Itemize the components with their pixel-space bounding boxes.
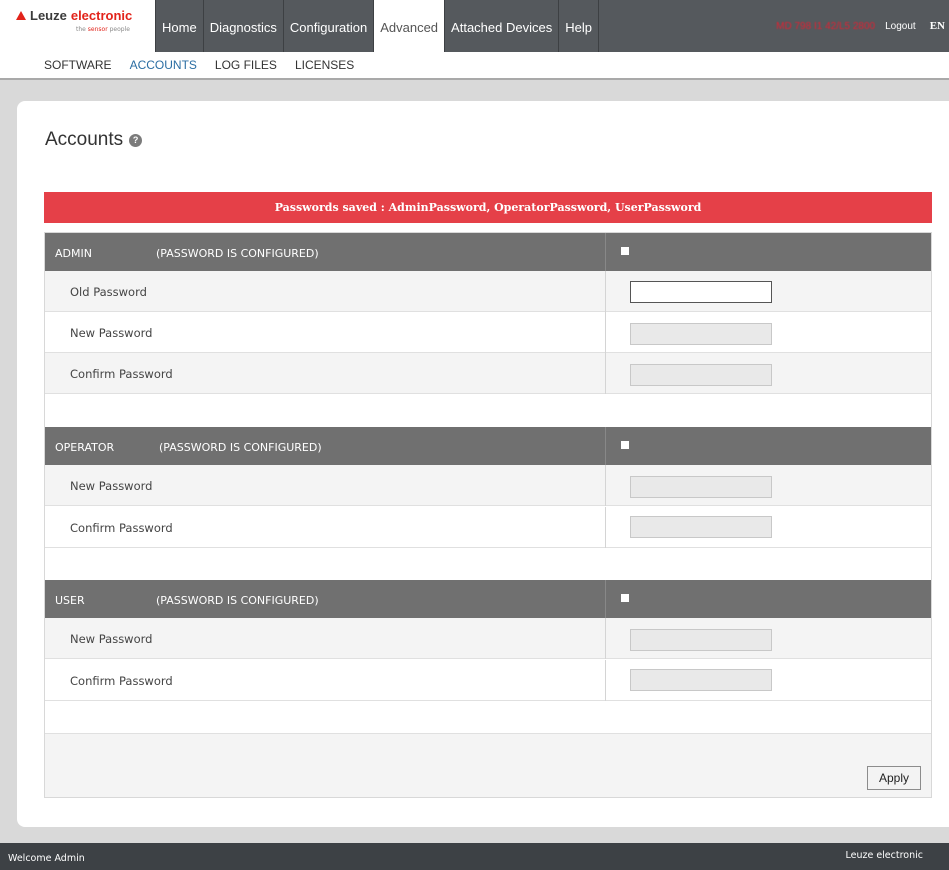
brand-name-accent: electronic (70, 8, 133, 23)
user-new-password-input[interactable] (630, 629, 772, 651)
page-title: Accounts ? (45, 129, 143, 151)
field-label: Confirm Password (70, 674, 173, 688)
footer-brand: Leuze electronic (845, 850, 923, 861)
field-label: New Password (70, 632, 153, 646)
admin-new-password-input[interactable] (630, 323, 772, 345)
field-label: Confirm Password (70, 367, 173, 381)
page-footer: Welcome Admin Leuze electronic (0, 843, 949, 870)
section-status: (PASSWORD IS CONFIGURED) (159, 441, 322, 454)
section-status: (PASSWORD IS CONFIGURED) (156, 594, 319, 607)
warning-triangle-icon (16, 11, 26, 20)
nav-home[interactable]: Home (155, 0, 204, 52)
form-row: New Password (45, 312, 931, 353)
field-label: New Password (70, 479, 153, 493)
sub-nav: SOFTWARE ACCOUNTS LOG FILES LICENSES (0, 52, 949, 80)
language-selector[interactable]: EN (930, 20, 945, 32)
brand-logo[interactable]: Leuze electronic the sensor people (0, 0, 155, 52)
subnav-software[interactable]: SOFTWARE (44, 58, 112, 72)
form-row: Confirm Password (45, 507, 931, 548)
admin-old-password-input[interactable] (630, 281, 772, 303)
section-name: OPERATOR (55, 441, 115, 454)
form-row: Old Password (45, 271, 931, 312)
operator-checkbox[interactable] (621, 441, 629, 449)
brand-name: Leuze (30, 8, 67, 23)
user-checkbox[interactable] (621, 594, 629, 602)
nav-help[interactable]: Help (559, 0, 599, 52)
user-confirm-password-input[interactable] (630, 669, 772, 691)
section-name: USER (55, 594, 85, 607)
subnav-licenses[interactable]: LICENSES (295, 58, 354, 72)
admin-confirm-password-input[interactable] (630, 364, 772, 386)
help-icon[interactable]: ? (129, 133, 143, 147)
main-nav: Home Diagnostics Configuration Advanced … (155, 0, 599, 52)
form-row: New Password (45, 618, 931, 659)
section-name: ADMIN (55, 247, 92, 260)
form-row: Confirm Password (45, 353, 931, 394)
top-bar: Leuze electronic the sensor people Home … (0, 0, 949, 52)
apply-button[interactable]: Apply (867, 766, 921, 790)
section-status: (PASSWORD IS CONFIGURED) (156, 247, 319, 260)
field-label: Old Password (70, 285, 147, 299)
subnav-accounts[interactable]: ACCOUNTS (130, 58, 197, 72)
logout-link[interactable]: Logout (885, 21, 916, 32)
accounts-form: ADMIN (PASSWORD IS CONFIGURED) Old Passw… (44, 232, 932, 798)
success-alert: Passwords saved : AdminPassword, Operato… (44, 192, 932, 223)
field-label: Confirm Password (70, 521, 173, 535)
form-row: Confirm Password (45, 660, 931, 701)
nav-diagnostics[interactable]: Diagnostics (204, 0, 284, 52)
operator-new-password-input[interactable] (630, 476, 772, 498)
operator-confirm-password-input[interactable] (630, 516, 772, 538)
welcome-text: Welcome Admin (8, 853, 85, 864)
subnav-log-files[interactable]: LOG FILES (215, 58, 277, 72)
admin-checkbox[interactable] (621, 247, 629, 255)
operator-section-header: OPERATOR (PASSWORD IS CONFIGURED) (45, 427, 931, 465)
admin-section-header: ADMIN (PASSWORD IS CONFIGURED) (45, 233, 931, 271)
field-label: New Password (70, 326, 153, 340)
nav-attached-devices[interactable]: Attached Devices (445, 0, 560, 52)
brand-tagline: the sensor people (76, 26, 130, 33)
nav-configuration[interactable]: Configuration (284, 0, 375, 52)
nav-advanced[interactable]: Advanced (374, 0, 446, 52)
user-section-header: USER (PASSWORD IS CONFIGURED) (45, 580, 931, 618)
device-name: MD 798 I1 42/L5 2800 (776, 20, 876, 32)
form-footer (45, 733, 931, 797)
form-row: New Password (45, 465, 931, 506)
